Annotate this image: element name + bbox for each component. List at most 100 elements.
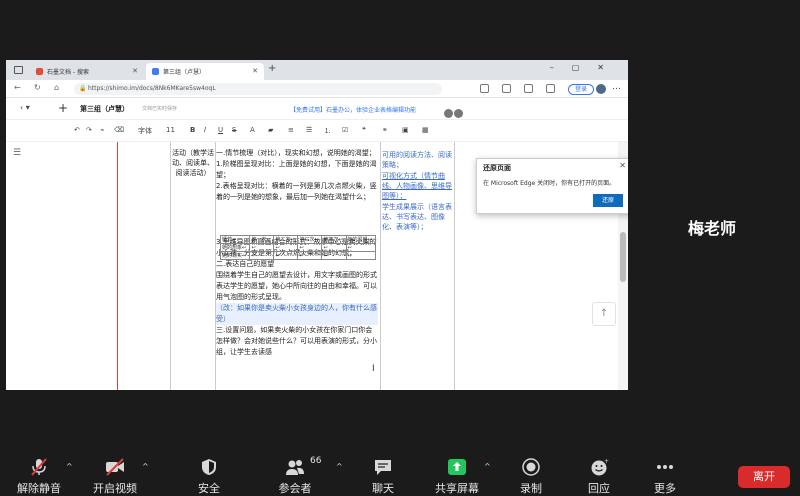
security-button[interactable]: 安全 (174, 450, 244, 496)
content-line: 2.表格呈现对比：横着的一列是第几次点燃火柴，竖着的一列是她的想象，最后加一列她… (216, 182, 377, 201)
new-tab-icon[interactable]: + (268, 63, 276, 74)
method-line: 学生成果展示（语言表达、书写表达、图像化、表演等）； (382, 203, 452, 231)
table-cell-methods[interactable]: 可用的阅读方法、阅读策略； 可视化方式（情节曲线、人物画像、思维导图等）； 学生… (382, 150, 452, 233)
text-cursor-icon: I (372, 364, 375, 374)
table-header-cell: 第一次↩ (249, 235, 275, 244)
table-icon[interactable]: ▦ (422, 126, 429, 134)
chat-button[interactable]: 聊天 (348, 450, 418, 496)
table-cell: ↩ (249, 243, 275, 252)
outline-icon[interactable]: ☰ (13, 148, 21, 158)
font-select[interactable]: 字体 (138, 126, 152, 136)
checklist-icon[interactable]: ☑ (342, 126, 348, 134)
scrollbar-thumb[interactable] (620, 232, 626, 282)
chevron-up-icon[interactable]: ^ (484, 462, 491, 471)
popup-title: 还原页面 (483, 164, 511, 172)
favicon-icon (36, 68, 43, 75)
tab-search[interactable]: 石墨文档 - 搜索 ✕ (30, 63, 144, 80)
clear-format-icon[interactable]: ⌫ (114, 126, 124, 134)
collections-icon[interactable] (524, 84, 533, 93)
table-cell: 她的现实↩ (219, 251, 251, 260)
favorites-icon[interactable] (502, 84, 511, 93)
saved-status: 文档已实时保存 (142, 106, 178, 112)
content-line: 围绕着学生自己的愿望去设计，用文字或画图的形式表达学生的愿望，她心中所向往的自由… (216, 271, 377, 301)
strikethrough-icon[interactable]: S (232, 126, 236, 134)
more-icon (657, 465, 673, 469)
close-icon[interactable]: ✕ (252, 67, 258, 75)
quote-icon[interactable]: ❝ (362, 126, 366, 134)
tab-label: 第三组（卢慧） (163, 69, 206, 76)
comparison-table[interactable]: 情节↩ 第一次↩ 第二次↩ 第三次↩ 第四次↩ 她的渴望↩ 她的想象↩ ↩ ↩ … (219, 235, 376, 260)
table-border (170, 142, 171, 390)
text-color-icon[interactable]: A (250, 126, 255, 134)
home-icon[interactable]: ⌂ (54, 83, 59, 92)
table-cell: ↩ (249, 251, 275, 260)
table-cell: ↩ (273, 243, 299, 252)
numbered-list-icon[interactable]: ⒈ (324, 126, 331, 136)
avatar[interactable] (596, 84, 606, 94)
tab-label: 石墨文档 - 搜索 (47, 69, 89, 76)
table-row: 情节↩ 第一次↩ 第二次↩ 第三次↩ 第四次↩ 她的渴望↩ (219, 235, 376, 244)
login-button[interactable]: 登录 (568, 84, 594, 95)
chat-icon (375, 460, 391, 475)
format-toolbar: ↶ ↷ ⌁ ⌫ 字体 11 B I U S A ▰ ≡ ☰ ⒈ ☑ ❝ ⚭ ▣ … (6, 120, 628, 142)
link-icon[interactable]: ⚭ (382, 126, 388, 134)
participants-button[interactable]: 66 ^ 参会者 (260, 450, 343, 496)
record-button[interactable]: 录制 (496, 450, 566, 496)
undo-icon[interactable]: ↶ (74, 126, 80, 134)
add-icon[interactable]: + (58, 101, 68, 115)
collaborator-avatars[interactable] (444, 103, 466, 118)
more-label: 更多 (654, 482, 676, 495)
unmute-label: 解除静音 (17, 482, 61, 495)
list-icon[interactable]: ☰ (306, 126, 312, 134)
table-cell: ↩ (321, 251, 347, 260)
table-header-cell: 第三次↩ (297, 235, 323, 244)
back-icon[interactable]: ← (14, 83, 21, 92)
menu-icon[interactable]: ‹ ▾ (20, 103, 30, 112)
margin-line (117, 142, 118, 390)
leave-button[interactable]: 离开 (738, 466, 790, 488)
profile-icon[interactable] (546, 84, 555, 93)
close-icon[interactable]: ✕ (619, 161, 626, 170)
chevron-up-icon[interactable]: ^ (66, 462, 73, 471)
table-cell-activity[interactable]: 活动（教学活动、阅读单、阅读活动） (172, 148, 214, 178)
restore-button[interactable]: 还原 (593, 194, 623, 207)
table-cell: ↩ (273, 251, 299, 260)
table-cell: ↩ (345, 251, 376, 260)
start-video-button[interactable]: ^ 开启视频 (80, 450, 150, 496)
chevron-up-icon[interactable]: ^ (336, 462, 343, 471)
underline-icon[interactable]: U (218, 126, 223, 134)
italic-icon[interactable]: I (204, 126, 206, 134)
unmute-button[interactable]: ^ 解除静音 (4, 450, 74, 496)
size-select[interactable]: 11 (166, 126, 175, 134)
redo-icon[interactable]: ↷ (86, 126, 92, 134)
table-row: 她的想象↩ ↩ ↩ ↩ ↩ ↩ (219, 243, 376, 252)
format-painter-icon[interactable]: ⌁ (100, 126, 104, 134)
promo-link[interactable]: 【免费试用】石墨办公，体验企业表格编辑功能 (290, 105, 416, 114)
align-icon[interactable]: ≡ (288, 126, 294, 134)
participants-count: 66 (310, 456, 322, 466)
tab-actions-icon[interactable] (14, 66, 23, 74)
security-label: 安全 (198, 482, 220, 495)
more-button[interactable]: 更多 (630, 450, 700, 496)
share-screen-button[interactable]: ^ 共享屏幕 (422, 450, 492, 496)
content-line: 一.情节梳理（对比），现实和幻想，说明她的渴望； (216, 149, 376, 157)
content-line-highlight: （改：如果你是卖火柴小女孩身边的人，你有什么感受） (216, 303, 378, 325)
back-to-top-button[interactable]: ↑ (592, 302, 616, 326)
extension-icon[interactable] (480, 84, 489, 93)
popup-message: 在 Microsoft Edge 关闭时，你有已打开的页面。 (483, 180, 616, 187)
more-icon[interactable]: … (612, 82, 621, 92)
participant-name: 梅老师 (688, 219, 737, 238)
share-label: 共享屏幕 (435, 482, 479, 495)
reactions-button[interactable]: + 回应 (564, 450, 634, 496)
record-label: 录制 (520, 482, 542, 495)
url-field[interactable]: 🔒 https://shimo.im/docs/8Nk6MKare5sw4oqL (74, 83, 442, 95)
address-bar: ← ↻ ⌂ 🔒 https://shimo.im/docs/8Nk6MKare5… (6, 80, 628, 98)
window-controls[interactable]: –▢✕ (550, 63, 622, 72)
refresh-icon[interactable]: ↻ (34, 83, 41, 92)
chevron-up-icon[interactable]: ^ (142, 462, 149, 471)
image-icon[interactable]: ▣ (402, 126, 409, 134)
bold-icon[interactable]: B (190, 126, 195, 134)
close-icon[interactable]: ✕ (132, 67, 138, 75)
tab-doc[interactable]: 第三组（卢慧） ✕ (146, 63, 264, 80)
highlight-icon[interactable]: ▰ (268, 126, 273, 134)
